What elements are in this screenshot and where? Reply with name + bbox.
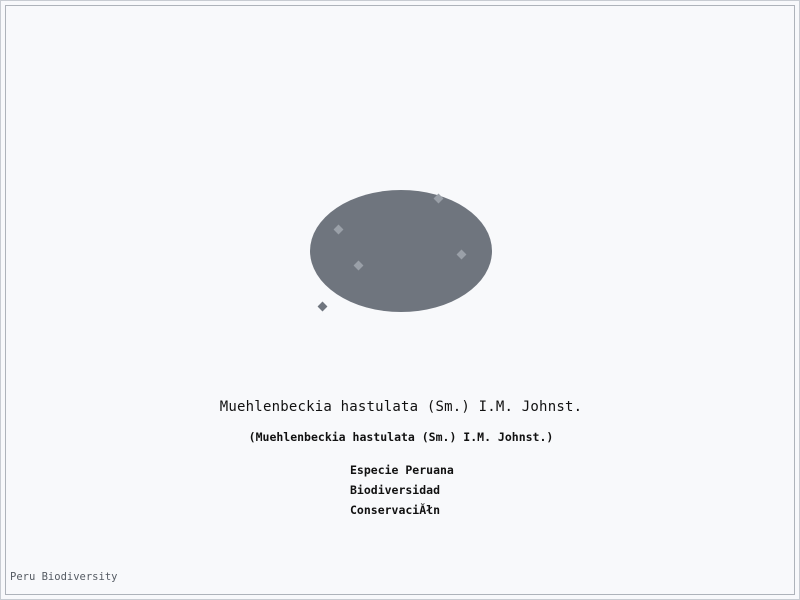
tag-conservacion: ConservaciĂłn: [350, 503, 441, 517]
page: Muehlenbeckia hastulata (Sm.) I.M. Johns…: [0, 0, 800, 600]
dot-mark: [317, 301, 328, 312]
gray-oval-shape: [310, 190, 492, 312]
tag-biodiversidad: Biodiversidad: [350, 483, 441, 497]
species-subtitle: (Muehlenbeckia hastulata (Sm.) I.M. John…: [248, 430, 554, 444]
tag-especie-peruana: Especie Peruana: [350, 463, 454, 477]
tag-list: Especie Peruana Biodiversidad Conservaci…: [350, 460, 454, 520]
species-illustration: [310, 190, 492, 312]
footer-credit: Peru Biodiversity: [10, 571, 118, 583]
species-title: Muehlenbeckia hastulata (Sm.) I.M. Johns…: [219, 399, 583, 415]
